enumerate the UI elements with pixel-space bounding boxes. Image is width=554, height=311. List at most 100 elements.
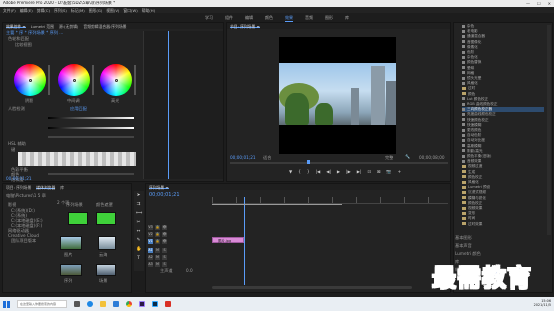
maximize-button[interactable]: ☐: [537, 1, 541, 6]
shadows-color-wheel[interactable]: [14, 64, 46, 96]
store-icon[interactable]: [113, 301, 119, 307]
effects-folder[interactable]: 过时效果: [462, 222, 482, 227]
go-to-in-button[interactable]: |◀: [316, 169, 321, 175]
hsl-secondary-section[interactable]: HSL 辅助: [8, 141, 26, 146]
razor-tool-icon[interactable]: ✂: [136, 220, 141, 225]
add-marker-button[interactable]: ▼: [289, 169, 292, 175]
menu-graphics[interactable]: 图形(G): [89, 8, 103, 13]
photoshop-icon[interactable]: [152, 301, 158, 307]
work-area-bar[interactable]: [212, 204, 342, 205]
lock-icon[interactable]: 🔒: [155, 225, 160, 230]
hand-tool-icon[interactable]: ✋: [136, 247, 142, 252]
play-button[interactable]: ▶: [337, 169, 340, 175]
thumb-image[interactable]: [60, 236, 82, 250]
eye-icon[interactable]: 👁: [162, 239, 167, 244]
mark-in-button[interactable]: {: [298, 169, 301, 175]
tab-libraries[interactable]: 库: [60, 185, 64, 190]
tree-item-7[interactable]: 团队项目版本: [11, 238, 36, 243]
step-back-button[interactable]: ◀|: [326, 169, 331, 175]
solo-icon[interactable]: S: [162, 248, 167, 253]
tab-effect-controls[interactable]: 效果控件 ≡: [6, 24, 26, 29]
solo-icon[interactable]: S: [162, 255, 167, 260]
thumb-scene[interactable]: [96, 264, 116, 276]
menu-view[interactable]: 视图(V): [106, 8, 119, 13]
workspace-graphics[interactable]: 图形: [325, 15, 333, 22]
highlights-slider[interactable]: [134, 65, 136, 95]
effects-scrollbar[interactable]: [547, 25, 551, 235]
mute-icon[interactable]: M: [155, 262, 160, 267]
track-v1-label[interactable]: V1: [148, 239, 153, 244]
zoom-select[interactable]: 适合: [263, 155, 271, 160]
midtones-slider[interactable]: [92, 65, 94, 95]
selection-tool-icon[interactable]: ➤: [136, 193, 141, 198]
menu-window[interactable]: 窗口(W): [123, 8, 137, 13]
export-frame-button[interactable]: 📷: [386, 169, 391, 175]
key-color-swatches[interactable]: [18, 152, 136, 166]
tab-project[interactable]: 项目: 序列场景: [6, 185, 31, 190]
range-slider[interactable]: [48, 136, 134, 138]
eye-icon[interactable]: 👁: [162, 225, 167, 230]
workspace-libraries[interactable]: 库: [345, 15, 349, 22]
clock-date[interactable]: 2021/11/5: [534, 303, 551, 307]
panel-essential-graphics[interactable]: 基本图形: [455, 235, 472, 240]
explorer-icon[interactable]: [100, 301, 106, 307]
compare-view-label[interactable]: 比较视图: [15, 42, 32, 47]
button-editor-button[interactable]: +: [398, 169, 402, 175]
menu-edit[interactable]: 编辑(E): [20, 8, 33, 13]
saturation-gradient[interactable]: [48, 127, 134, 129]
wps-icon[interactable]: [165, 301, 171, 307]
windows-start-icon[interactable]: [3, 300, 10, 308]
thumb-sequence-2[interactable]: [60, 264, 82, 276]
timeline-scrollbar[interactable]: [212, 286, 412, 289]
tree-item-0[interactable]: 影视: [8, 202, 16, 207]
program-timecode[interactable]: 00;00;01;21: [230, 155, 256, 160]
workspace-assembly[interactable]: 组件: [225, 15, 233, 22]
mute-icon[interactable]: M: [155, 255, 160, 260]
menu-file[interactable]: 文件(F): [3, 8, 16, 13]
panel-lumetri-color[interactable]: Lumetri 颜色: [455, 251, 481, 256]
workspace-effects[interactable]: 效果: [285, 15, 293, 22]
tab-audio-mixer[interactable]: 音频剪辑混合器:序列场景: [83, 24, 126, 29]
close-button[interactable]: ✕: [548, 1, 551, 6]
workspace-editing[interactable]: 编辑: [245, 15, 253, 22]
workspace-color[interactable]: 颜色: [265, 15, 273, 22]
premiere-icon[interactable]: [139, 301, 145, 307]
ripple-edit-tool-icon[interactable]: ⟺: [136, 211, 142, 216]
tab-program-monitor[interactable]: 节目: 序列场景 ≡: [230, 24, 260, 29]
chrome-icon[interactable]: [126, 301, 132, 307]
tab-media-browser[interactable]: 媒体浏览器: [36, 185, 56, 190]
hsl-slider[interactable]: [48, 173, 134, 175]
extract-button[interactable]: ⊠: [377, 169, 381, 175]
thumb-color-matte[interactable]: [96, 212, 116, 225]
track-v3-label[interactable]: V3: [148, 225, 153, 230]
midtones-color-wheel[interactable]: [58, 64, 90, 96]
track-a3-label[interactable]: A3: [148, 262, 153, 267]
edge-icon[interactable]: [87, 301, 93, 307]
eye-icon[interactable]: 👁: [162, 232, 167, 237]
timeline-timecode[interactable]: 00;00;01;21: [149, 192, 180, 198]
tab-source[interactable]: 源:(无剪辑): [59, 24, 78, 29]
menu-marker[interactable]: 标记(M): [71, 8, 85, 13]
step-forward-button[interactable]: |▶: [346, 169, 351, 175]
track-v2-label[interactable]: V2: [148, 232, 153, 237]
tab-lumetri-scopes[interactable]: Lumetri 范围: [31, 24, 54, 29]
quality-select[interactable]: 完整: [385, 155, 393, 160]
effect-playhead[interactable]: [168, 31, 169, 179]
timeline-clip[interactable]: 图片.jpg: [212, 237, 244, 243]
workspace-learn[interactable]: 学习: [205, 15, 213, 22]
program-playhead[interactable]: [307, 160, 310, 164]
timeline-ruler[interactable]: [212, 197, 448, 204]
track-select-tool-icon[interactable]: ⇉: [136, 202, 141, 207]
apply-match-label[interactable]: 应用匹配: [70, 106, 87, 111]
program-video-frame[interactable]: [279, 37, 396, 154]
search-box[interactable]: 在这里输入你要搜索的内容: [17, 300, 67, 308]
master-level[interactable]: 0.0: [186, 268, 193, 273]
lock-icon[interactable]: 🔒: [155, 232, 160, 237]
thumb-clouds[interactable]: [98, 236, 116, 250]
section-color-wheels[interactable]: 色轮和匹配: [8, 36, 29, 41]
task-view-icon[interactable]: [74, 301, 80, 307]
shadows-slider[interactable]: [48, 65, 50, 95]
menu-sequence[interactable]: 序列(S): [54, 8, 67, 13]
solo-icon[interactable]: S: [162, 262, 167, 267]
thumb-sequence[interactable]: [68, 212, 88, 225]
